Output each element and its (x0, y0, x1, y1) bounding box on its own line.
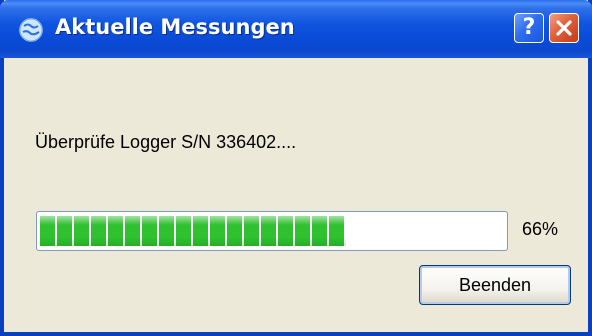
help-icon: ? (522, 15, 536, 40)
status-message: Überprüfe Logger S/N 336402.... (35, 132, 297, 152)
progress-bar (36, 211, 508, 251)
dialog-content: Überprüfe Logger S/N 336402.... 66% Been… (4, 58, 588, 332)
dialog-window: Aktuelle Messungen ? Überprüfe Logger S/… (0, 0, 592, 336)
progress-fill (40, 216, 347, 246)
help-button[interactable]: ? (514, 13, 544, 43)
close-icon (550, 14, 578, 42)
title-bar[interactable]: Aktuelle Messungen ? (0, 0, 592, 58)
close-button[interactable] (549, 13, 579, 43)
cancel-button[interactable]: Beenden (419, 265, 571, 305)
window-title: Aktuelle Messungen (55, 15, 295, 39)
progress-percent: 66% (522, 219, 559, 239)
globe-icon (18, 17, 44, 43)
